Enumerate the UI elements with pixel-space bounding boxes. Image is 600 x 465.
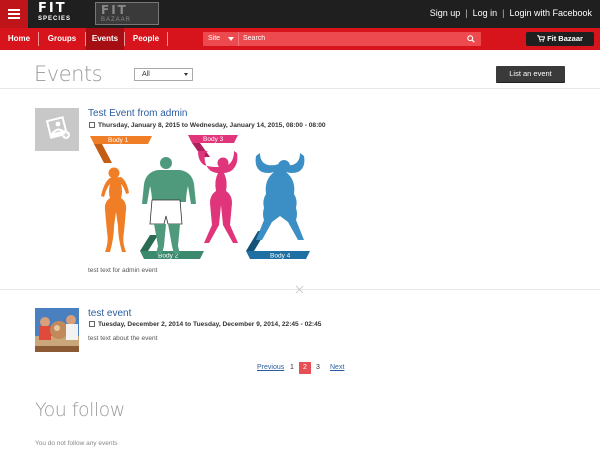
section-title: You follow <box>35 399 125 421</box>
event-title-link[interactable]: Test Event from admin <box>88 108 187 119</box>
search-scope-label: Site <box>208 35 221 42</box>
cart-icon <box>537 35 546 42</box>
fitbazaar-logo[interactable]: FIT BAZAAR <box>95 2 159 25</box>
page-number[interactable]: 1 <box>286 362 298 374</box>
separator: | <box>502 8 505 18</box>
logo-word: FIT <box>38 1 67 16</box>
calendar-icon <box>89 321 95 327</box>
nav-item-events[interactable]: Events <box>86 28 124 50</box>
fitbazaar-button[interactable]: Fit Bazaar <box>526 32 594 46</box>
main-nav: Home Groups Events People Site Fit Bazaa… <box>0 28 600 50</box>
top-bar: FIT SPECIES FIT BAZAAR Sign up | Log in | Lo… <box>0 0 600 28</box>
event-banner-image[interactable]: Body 1 Body 3 Body 2 Body 4 <box>88 133 316 261</box>
nav-item-home[interactable]: Home <box>0 28 38 50</box>
login-link[interactable]: Log in <box>473 8 498 18</box>
logo-subword: BAZAAR <box>101 17 132 23</box>
calendar-icon <box>89 122 95 128</box>
image-placeholder-icon <box>45 116 70 139</box>
menu-icon-bar <box>8 13 20 15</box>
fitbazaar-label: Fit Bazaar <box>547 34 583 43</box>
event-title-link[interactable]: test event <box>88 308 131 319</box>
event-filter-select[interactable]: All <box>134 68 193 81</box>
event-date: Thursday, January 8, 2015 to Wednesday, … <box>89 122 326 129</box>
nav-divider <box>167 32 168 46</box>
ribbon-fold <box>94 144 112 163</box>
nav-item-people[interactable]: People <box>125 28 167 50</box>
event-description: test text for admin event <box>88 267 158 274</box>
page-number-current[interactable]: 2 <box>299 362 311 374</box>
close-icon[interactable] <box>295 285 304 294</box>
pagination-previous[interactable]: Previous <box>257 364 284 371</box>
logo-word: FIT <box>101 3 128 17</box>
chevron-down-icon <box>184 73 188 76</box>
body4-figure <box>255 153 305 240</box>
fitspecies-logo[interactable]: FIT SPECIES <box>38 1 88 25</box>
divider <box>0 88 600 89</box>
next-link[interactable]: Next <box>330 364 344 371</box>
search-icon[interactable] <box>467 35 475 43</box>
banner-label-body1: Body 1 <box>108 137 129 144</box>
body1-figure <box>101 167 129 252</box>
separator: | <box>465 8 468 18</box>
facebook-login-link[interactable]: Login with Facebook <box>509 8 592 18</box>
event-description: test text about the event <box>88 335 158 342</box>
menu-icon-bar <box>8 17 20 19</box>
event-photo <box>35 308 79 352</box>
body3-figure <box>198 151 238 243</box>
nav-item-groups[interactable]: Groups <box>39 28 85 50</box>
menu-icon <box>8 9 20 11</box>
filter-value: All <box>142 71 150 78</box>
search-box: Site <box>203 32 481 46</box>
event-date-text: Tuesday, December 2, 2014 to Tuesday, De… <box>98 321 322 328</box>
ribbon-fold <box>140 235 158 251</box>
search-scope-dropdown[interactable]: Site <box>203 32 239 46</box>
page-title: Events <box>34 62 103 86</box>
list-event-button[interactable]: List an event <box>496 66 565 82</box>
account-links: Sign up | Log in | Login with Facebook <box>430 8 592 18</box>
search-input[interactable] <box>243 32 458 46</box>
signup-link[interactable]: Sign up <box>430 8 461 18</box>
banner-label-body4: Body 4 <box>270 253 291 260</box>
hamburger-menu-button[interactable] <box>0 0 28 28</box>
page-number[interactable]: 3 <box>312 362 324 374</box>
event-thumbnail[interactable] <box>35 308 79 352</box>
event-date-text: Thursday, January 8, 2015 to Wednesday, … <box>98 122 326 129</box>
logo-subword: SPECIES <box>38 16 72 22</box>
pagination-next[interactable]: Next <box>330 364 344 371</box>
chevron-down-icon <box>228 37 234 41</box>
event-thumbnail[interactable] <box>35 108 79 151</box>
event-date: Tuesday, December 2, 2014 to Tuesday, De… <box>89 321 321 328</box>
previous-link[interactable]: Previous <box>257 364 284 371</box>
empty-state-text: You do not follow any events <box>35 440 118 447</box>
banner-label-body3: Body 3 <box>203 136 224 143</box>
